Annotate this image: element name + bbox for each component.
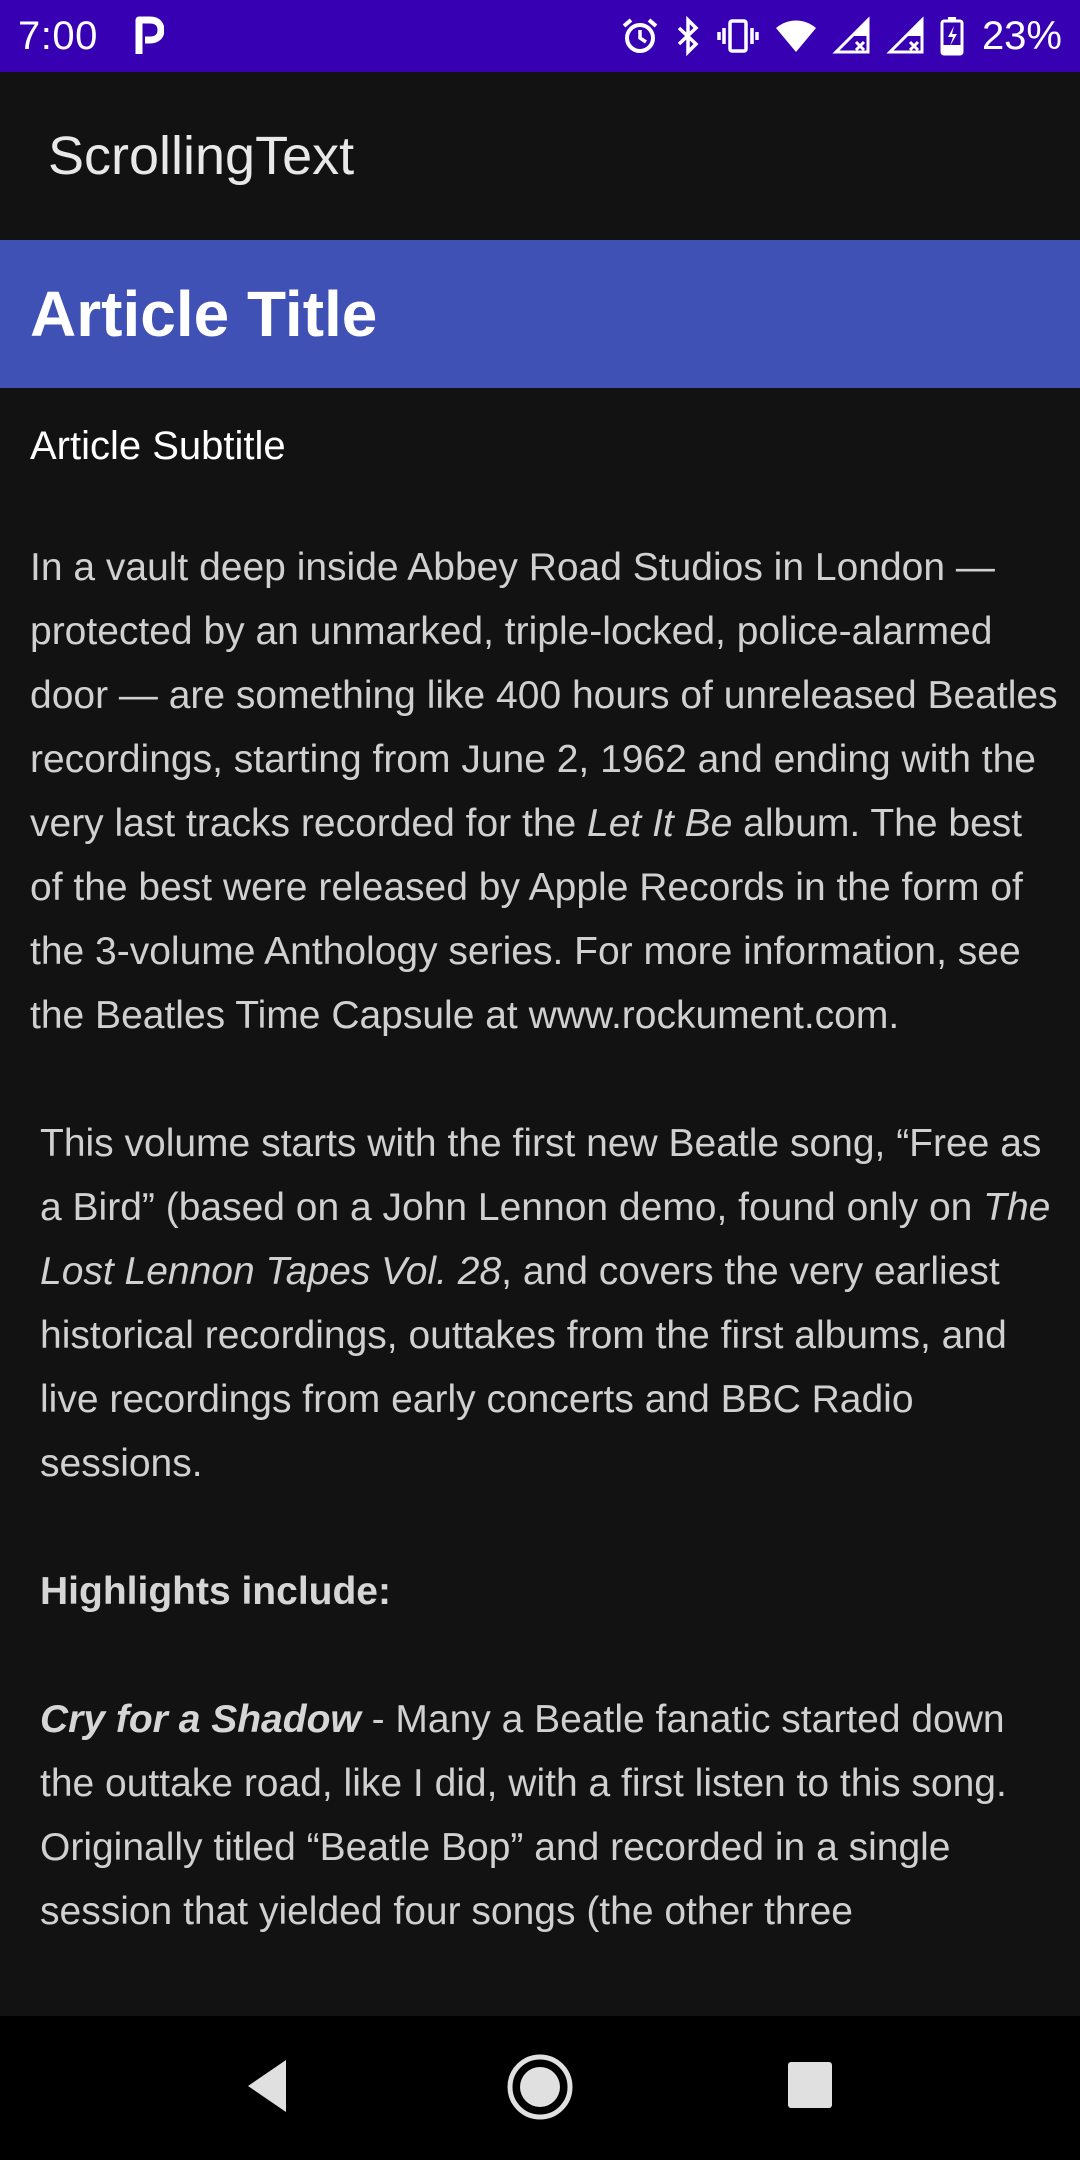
app-title: ScrollingText [48, 126, 355, 186]
article-paragraph: Cry for a Shadow - Many a Beatle fanatic… [40, 1698, 1007, 1933]
recents-icon[interactable] [786, 2060, 834, 2115]
article-scroll-view[interactable]: Article Subtitle In a vault deep inside … [0, 388, 1080, 1978]
highlights-heading: Highlights include: [40, 1570, 391, 1613]
alarm-icon [620, 16, 660, 56]
wifi-icon [774, 16, 818, 56]
article-paragraph: This volume starts with the first new Be… [40, 1122, 1051, 1485]
bluetooth-icon [674, 16, 702, 56]
app-bar: ScrollingText [0, 72, 1080, 240]
signal-icon-2 [886, 16, 926, 56]
article-paragraph: In a vault deep inside Abbey Road Studio… [30, 546, 1058, 1037]
status-time: 7:00 [18, 13, 98, 58]
navigation-bar [0, 2016, 1080, 2160]
article-title: Article Title [30, 278, 378, 350]
status-icons: 23% [620, 14, 1062, 59]
article-body: In a vault deep inside Abbey Road Studio… [30, 536, 1060, 1978]
back-icon[interactable] [240, 2056, 296, 2121]
article-subtitle: Article Subtitle [30, 424, 286, 468]
signal-icon [832, 16, 872, 56]
battery-icon [940, 16, 964, 56]
status-bar: 7:00 23% [0, 0, 1080, 72]
article-heading: Article Title [0, 240, 1080, 388]
battery-percent: 23% [981, 13, 1062, 58]
home-icon[interactable] [505, 2052, 575, 2127]
parking-icon [134, 16, 165, 56]
vibrate-icon [716, 16, 760, 56]
